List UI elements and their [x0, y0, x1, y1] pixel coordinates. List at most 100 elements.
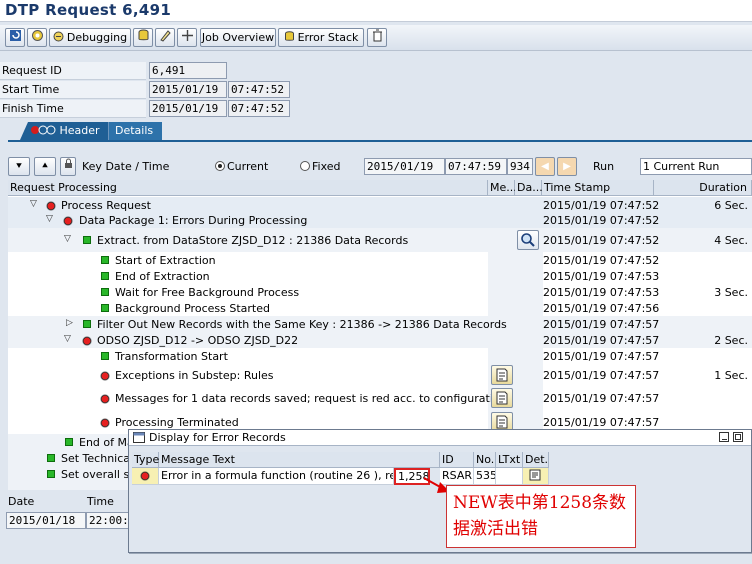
tree-row-extract[interactable]: ▽ Extract. from DataStore ZJSD_D12 : 213… — [8, 230, 752, 252]
row-timestamp: 2015/01/19 07:47:52 — [543, 214, 660, 227]
radio-current-label: Current — [227, 160, 269, 173]
lock-button[interactable] — [60, 157, 76, 176]
annotation-line-2: 据激活出错 — [453, 519, 538, 539]
request-id-label: Request ID — [0, 62, 146, 80]
database-button[interactable] — [133, 28, 153, 47]
col-time-stamp[interactable]: Time Stamp — [542, 180, 654, 196]
expand-arrow-icon[interactable]: ▽ — [30, 199, 37, 209]
tree-row-odso[interactable]: ▽ ODSO ZJSD_D12 -> ODSO ZJSD_D22 2015/01… — [8, 333, 752, 349]
tree-row-messages-saved[interactable]: Messages for 1 data records saved; reque… — [8, 387, 752, 411]
trash-icon — [372, 29, 382, 42]
status-green-icon — [101, 288, 109, 296]
radio-fixed[interactable]: Fixed — [300, 160, 341, 173]
annotation-note: NEW表中第1258条数 据激活出错 — [446, 485, 636, 548]
tree-row-filter[interactable]: ▷ Filter Out New Records with the Same K… — [8, 317, 752, 333]
row-text: Processing Terminated — [115, 416, 239, 429]
toolbar: Debugging Job Overview Error Stack — [0, 25, 752, 51]
col-message-text[interactable]: Message Text — [159, 452, 440, 468]
tab-details[interactable]: Details — [108, 122, 162, 140]
row-timestamp: 2015/01/19 07:47:57 — [543, 350, 660, 363]
tree-row-data-package[interactable]: ▽ Data Package 1: Errors During Processi… — [8, 213, 752, 229]
status-lights-icon — [31, 125, 56, 135]
expand-arrow-icon[interactable]: ▽ — [46, 214, 53, 224]
col-id[interactable]: ID — [440, 452, 474, 468]
status-green-icon — [101, 304, 109, 312]
expand-arrow-icon[interactable]: ▽ — [64, 234, 71, 244]
radio-fixed-indicator — [300, 161, 310, 171]
start-date-value: 2015/01/19 — [149, 81, 227, 98]
collapsed-arrow-icon[interactable]: ▷ — [66, 318, 73, 328]
request-id-value: 6,491 — [149, 62, 227, 79]
debugging-button[interactable]: Debugging — [49, 28, 131, 47]
cell-det[interactable] — [523, 468, 549, 485]
col-ltxt[interactable]: LTxt — [496, 452, 523, 468]
refresh-button[interactable] — [5, 28, 25, 47]
row-text: End of Extraction — [115, 270, 210, 283]
collapse-all-button[interactable]: ⯅ — [34, 157, 56, 176]
row-timestamp: 2015/01/19 07:47:57 — [543, 334, 660, 347]
tree-row-exceptions[interactable]: Exceptions in Substep: Rules 2015/01/19 … — [8, 365, 752, 387]
row-timestamp: 2015/01/19 07:47:53 — [543, 286, 660, 299]
next-button[interactable]: ▶ — [557, 157, 577, 176]
run-select[interactable]: 1 Current Run — [640, 158, 752, 175]
col-type[interactable]: Type — [132, 452, 159, 468]
message-log-icon — [496, 415, 508, 429]
tree-row-wait[interactable]: Wait for Free Background Process 2015/01… — [8, 285, 752, 301]
previous-button[interactable]: ◀ — [535, 157, 555, 176]
job-overview-button[interactable]: Job Overview — [200, 28, 276, 47]
bottom-time-field[interactable]: 22:00: — [86, 512, 130, 529]
tree-row-bg-started[interactable]: Background Process Started 2015/01/19 07… — [8, 301, 752, 317]
expand-all-button[interactable]: ⯆ — [8, 157, 30, 176]
col-det[interactable]: Det. — [523, 452, 549, 468]
key-ms-field[interactable]: 934 — [507, 158, 533, 175]
row-text: ODSO ZJSD_D12 -> ODSO ZJSD_D22 — [97, 334, 299, 347]
messages-button[interactable] — [491, 365, 513, 385]
col-data[interactable]: Da... — [515, 180, 543, 196]
col-no[interactable]: No. — [474, 452, 496, 468]
details-toolbar: ⯆ ⯅ Key Date / Time Current Fixed 2015/0… — [8, 157, 752, 179]
page-title: DTP Request 6,491 — [5, 1, 172, 19]
col-request-processing[interactable]: Request Processing — [8, 180, 488, 196]
status-green-icon — [65, 438, 73, 446]
row-text: Start of Extraction — [115, 254, 216, 267]
expand-arrow-icon[interactable]: ▽ — [64, 334, 71, 344]
navigate-button[interactable] — [177, 28, 197, 47]
tree-row-start-extraction[interactable]: Start of Extraction 2015/01/19 07:47:52 — [8, 253, 752, 269]
window-icon — [133, 432, 145, 443]
col-duration[interactable]: Duration — [654, 180, 752, 196]
col-messages[interactable]: Me... — [488, 180, 517, 196]
minimize-button[interactable] — [719, 432, 729, 442]
row-text: Filter Out New Records with the Same Key… — [97, 318, 507, 331]
row-timestamp: 2015/01/19 07:47:57 — [543, 318, 660, 331]
edit-button[interactable] — [155, 28, 175, 47]
key-date-field[interactable]: 2015/01/19 — [364, 158, 445, 175]
row-timestamp: 2015/01/19 07:47:57 — [543, 416, 660, 429]
tree-row-end-extraction[interactable]: End of Extraction 2015/01/19 07:47:53 — [8, 269, 752, 285]
maximize-button[interactable] — [733, 432, 743, 442]
radio-current[interactable]: Current — [215, 160, 268, 173]
delete-button[interactable] — [367, 28, 387, 47]
database-icon — [138, 29, 148, 41]
messages-button[interactable] — [491, 388, 513, 408]
detail-icon — [529, 469, 541, 481]
error-stack-label: Error Stack — [297, 31, 359, 44]
status-green-icon — [101, 256, 109, 264]
expand-icon: ⯆ — [15, 161, 23, 172]
error-stack-button[interactable]: Error Stack — [278, 28, 364, 47]
status-red-icon — [100, 394, 110, 404]
debugging-label: Debugging — [66, 31, 128, 44]
tree-row-process-request[interactable]: ▽ Process Request 2015/01/19 07:47:52 6 … — [8, 198, 752, 214]
row-text: Set Technical — [61, 452, 134, 465]
row-duration: 2 Sec. — [714, 334, 748, 347]
status-red-icon — [63, 216, 73, 226]
radio-fixed-label: Fixed — [312, 160, 341, 173]
data-display-button[interactable] — [517, 230, 539, 250]
tab-header[interactable]: Header — [20, 122, 110, 140]
message-log-icon — [496, 391, 508, 405]
annotation-line-1: NEW表中第1258条数 — [453, 493, 627, 513]
status-red-icon — [82, 336, 92, 346]
bottom-date-field[interactable]: 2015/01/18 — [6, 512, 86, 529]
settings-button[interactable] — [27, 28, 47, 47]
tree-row-transformation-start[interactable]: Transformation Start 2015/01/19 07:47:57 — [8, 349, 752, 365]
key-time-field[interactable]: 07:47:59 — [445, 158, 507, 175]
